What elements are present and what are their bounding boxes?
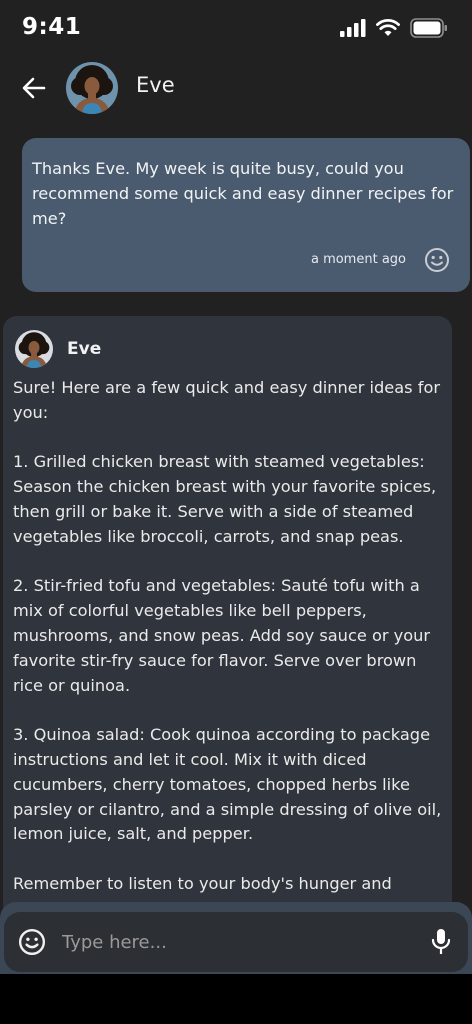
battery-icon bbox=[410, 18, 447, 38]
smiley-icon bbox=[18, 928, 46, 956]
chat-screen: 9:41 Eve Thanks Eve. My week is quite bu… bbox=[0, 0, 472, 1024]
microphone-button[interactable] bbox=[430, 928, 452, 956]
contact-avatar[interactable] bbox=[66, 62, 118, 114]
composer bbox=[0, 902, 472, 974]
contact-name[interactable]: Eve bbox=[136, 73, 175, 97]
status-icons bbox=[340, 18, 448, 38]
home-indicator-area bbox=[0, 974, 472, 1024]
assistant-message-text: Sure! Here are a few quick and easy dinn… bbox=[13, 378, 442, 893]
user-message-bubble: Thanks Eve. My week is quite busy, could… bbox=[22, 138, 470, 292]
emoji-button[interactable] bbox=[18, 928, 46, 956]
microphone-icon bbox=[431, 929, 451, 954]
status-bar: 9:41 bbox=[0, 0, 472, 58]
chat-header: Eve bbox=[0, 58, 472, 120]
status-time: 9:41 bbox=[22, 14, 82, 40]
assistant-message-bubble: Eve Sure! Here are a few quick and easy … bbox=[3, 316, 452, 956]
message-timestamp: a moment ago bbox=[310, 252, 406, 267]
smiley-icon bbox=[425, 248, 449, 272]
back-button[interactable] bbox=[18, 72, 50, 104]
assistant-avatar bbox=[15, 330, 53, 368]
reaction-button[interactable] bbox=[424, 247, 450, 273]
signal-icon bbox=[340, 19, 366, 37]
arrow-left-icon bbox=[22, 77, 46, 99]
user-message-text: Thanks Eve. My week is quite busy, could… bbox=[32, 159, 454, 228]
assistant-message-header: Eve bbox=[15, 330, 442, 368]
wifi-icon bbox=[376, 19, 400, 36]
composer-bar bbox=[4, 912, 468, 972]
assistant-name: Eve bbox=[67, 339, 102, 359]
message-input[interactable] bbox=[62, 924, 402, 960]
